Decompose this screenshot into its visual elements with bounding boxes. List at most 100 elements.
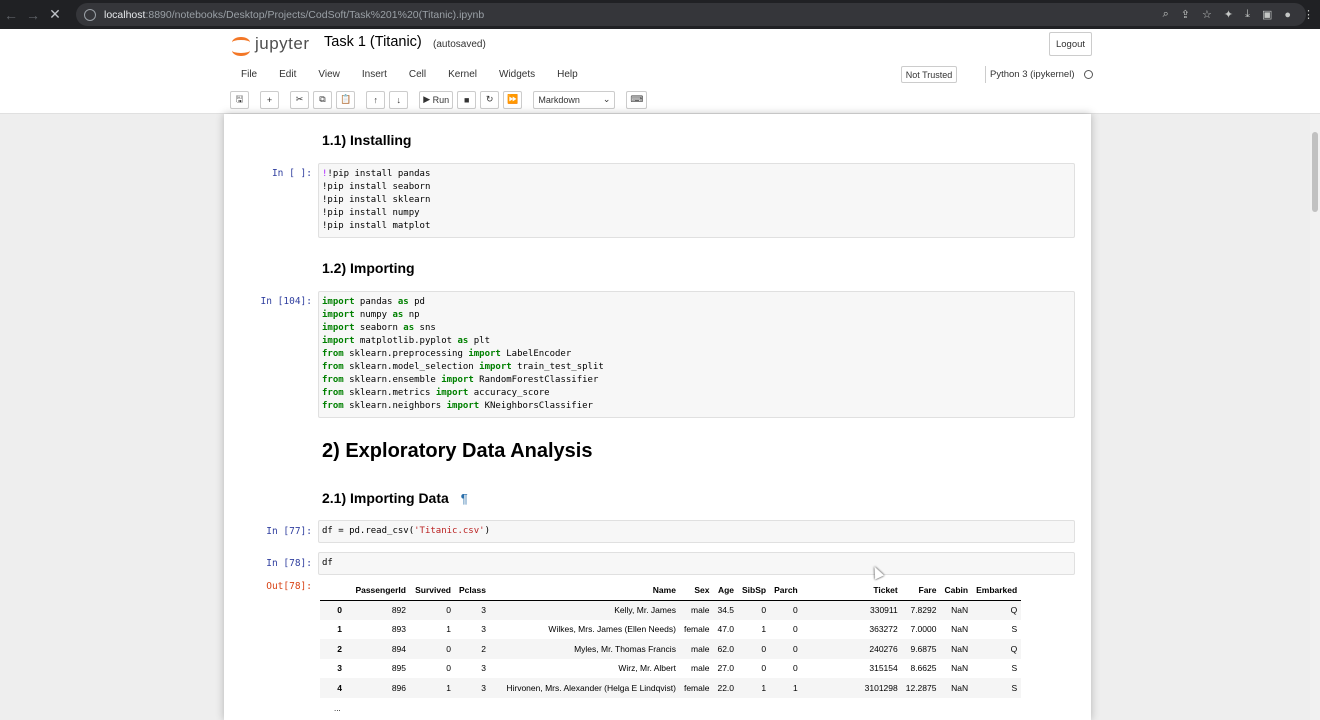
logout-button[interactable]: Logout [1049, 32, 1092, 56]
stop-loading-icon[interactable]: ✕ [44, 6, 66, 23]
table-cell: Myles, Mr. Thomas Francis [489, 639, 680, 659]
code-text: np [403, 310, 420, 320]
code-cell-df[interactable]: df [318, 552, 1075, 575]
row-index: 1 [337, 624, 342, 635]
code-keyword: import [322, 297, 355, 307]
browser-toolbar: ← → ✕ localhost:8890/notebooks/Desktop/P… [0, 0, 1320, 29]
table-cell: 0 [761, 663, 767, 674]
jupyter-logo-text: jupyter [255, 34, 310, 53]
code-cell-importing[interactable]: import pandas as pd import numpy as np imp… [318, 291, 1075, 418]
url-path: :8890/notebooks/Desktop/Projects/CodSoft… [145, 8, 485, 21]
table-cell: 7.0000 [910, 624, 937, 635]
scrollbar-thumb[interactable] [1312, 132, 1318, 212]
heading-eda[interactable]: 2) Exploratory Data Analysis [322, 440, 592, 463]
table-cell: S [972, 678, 1022, 698]
profile-icon[interactable]: ● [1284, 9, 1291, 21]
table-cell: 315154 [869, 663, 898, 674]
restart-icon[interactable]: ↻ [480, 90, 500, 109]
code-cell-installing[interactable]: !!pip install pandas !pip install seabor… [318, 163, 1075, 238]
page-scrollbar[interactable] [1310, 114, 1320, 720]
table-cell: 1 [446, 624, 451, 635]
site-info-icon[interactable] [84, 8, 96, 21]
heading-importing-data[interactable]: 2.1) Importing Data ¶ [322, 490, 468, 506]
move-up-icon[interactable]: ↑ [366, 90, 386, 109]
menu-file[interactable]: File [230, 69, 268, 80]
zoom-icon[interactable]: ⌕ [1163, 8, 1169, 21]
run-button[interactable]: ▶ Run [419, 90, 454, 109]
code-keyword: as [457, 336, 469, 346]
notebook-title[interactable]: Task 1 (Titanic) [324, 34, 422, 50]
heading-importing[interactable]: 1.2) Importing [322, 260, 415, 276]
table-cell: NaN [951, 663, 969, 674]
bookmark-star-icon[interactable]: ☆ [1202, 8, 1212, 21]
table-cell: male [679, 639, 714, 659]
cell2-prompt: In [104]: [260, 296, 312, 307]
table-cell: 1 [738, 678, 771, 698]
restart-run-all-icon[interactable]: ⏩ [503, 90, 523, 109]
table-cell: 0 [446, 663, 451, 674]
table-cell: 1 [410, 678, 455, 698]
save-icon[interactable]: 🖫 [230, 90, 249, 109]
table-row: 1 893 1 3 Wilkes, Mrs. James (Ellen Needs) fe… [320, 620, 1021, 640]
menu-view[interactable]: View [307, 69, 351, 80]
code-cell-read-csv[interactable]: df = pd.read_csv('Titanic.csv') [318, 520, 1075, 543]
code-text: !pip install numpy [322, 208, 420, 218]
code-line: !pip install sklearn [322, 194, 1071, 207]
code-text: train_test_split [511, 362, 604, 372]
jupyter-header: jupyter Task 1 (Titanic) (autosaved) Log… [0, 29, 1320, 114]
back-icon[interactable]: ← [0, 7, 22, 23]
column-header: Ticket [801, 581, 902, 601]
share-icon[interactable]: ⇪ [1181, 8, 1190, 21]
kernel-name[interactable]: Python 3 (ipykernel) [985, 66, 1074, 83]
paste-icon[interactable]: 📋 [336, 90, 356, 109]
table-cell: 330911 [801, 600, 902, 620]
menu-edit[interactable]: Edit [268, 69, 307, 80]
code-line: import pandas as pd [322, 296, 1071, 309]
code-line: df = pd.read_csv('Titanic.csv') [322, 525, 1071, 538]
menu-insert[interactable]: Insert [351, 69, 398, 80]
command-palette-icon[interactable]: ⌨ [626, 90, 648, 109]
menu-bar: File Edit View Insert Cell Kernel Widget… [230, 62, 589, 86]
code-keyword: import [322, 310, 355, 320]
interrupt-icon[interactable]: ■ [457, 90, 477, 109]
cell-type-value: Markdown [538, 94, 580, 105]
menu-help[interactable]: Help [546, 69, 589, 80]
code-text: sklearn.model_selection [343, 362, 480, 372]
jupyter-logo[interactable]: jupyter [232, 34, 310, 56]
code-keyword: import [446, 401, 480, 411]
anchor-link-icon[interactable]: ¶ [461, 491, 468, 506]
menu-cell[interactable]: Cell [398, 69, 437, 80]
more-options-icon[interactable]: ⋮ [1303, 8, 1314, 21]
heading-installing[interactable]: 1.1) Installing [322, 132, 411, 148]
code-line: !pip install seaborn [322, 181, 1071, 194]
trust-status-button[interactable]: Not Trusted [901, 66, 957, 83]
code-keyword: from [322, 401, 344, 411]
column-header: Sex [679, 581, 714, 601]
code-text: sklearn.ensemble [343, 375, 442, 385]
address-bar[interactable]: localhost:8890/notebooks/Desktop/Project… [76, 3, 1306, 26]
row-index: 3 [337, 663, 342, 674]
code-text: plt [468, 336, 490, 346]
insert-cell-icon[interactable]: + [260, 90, 279, 109]
sidepanel-icon[interactable]: ▣ [1262, 8, 1272, 21]
cut-icon[interactable]: ✂ [290, 90, 309, 109]
forward-icon[interactable]: → [22, 7, 44, 23]
table-cell: 0 [410, 600, 455, 620]
run-icon: ▶ [423, 94, 433, 104]
kernel-idle-indicator-icon [1084, 70, 1093, 79]
move-down-icon[interactable]: ↓ [389, 90, 409, 109]
menu-widgets[interactable]: Widgets [488, 69, 546, 80]
table-cell: 240276 [801, 639, 902, 659]
extensions-icon[interactable]: ✦ [1224, 8, 1233, 21]
code-line: !pip install numpy [322, 207, 1071, 220]
column-header: Name [489, 581, 680, 601]
menu-kernel[interactable]: Kernel [437, 69, 488, 80]
code-keyword: as [397, 297, 409, 307]
copy-icon[interactable]: ⧉ [313, 90, 332, 109]
download-icon[interactable]: ⤓ [1245, 8, 1250, 21]
column-header: Survived [410, 581, 455, 601]
table-row: 0 892 0 3 Kelly, Mr. James male 34.5 0 0 330911 7.… [320, 600, 1022, 620]
table-cell: 47.0 [717, 624, 735, 635]
cell-type-select[interactable]: Markdown ⌄ [533, 90, 616, 109]
table-cell: 894 [350, 639, 410, 659]
